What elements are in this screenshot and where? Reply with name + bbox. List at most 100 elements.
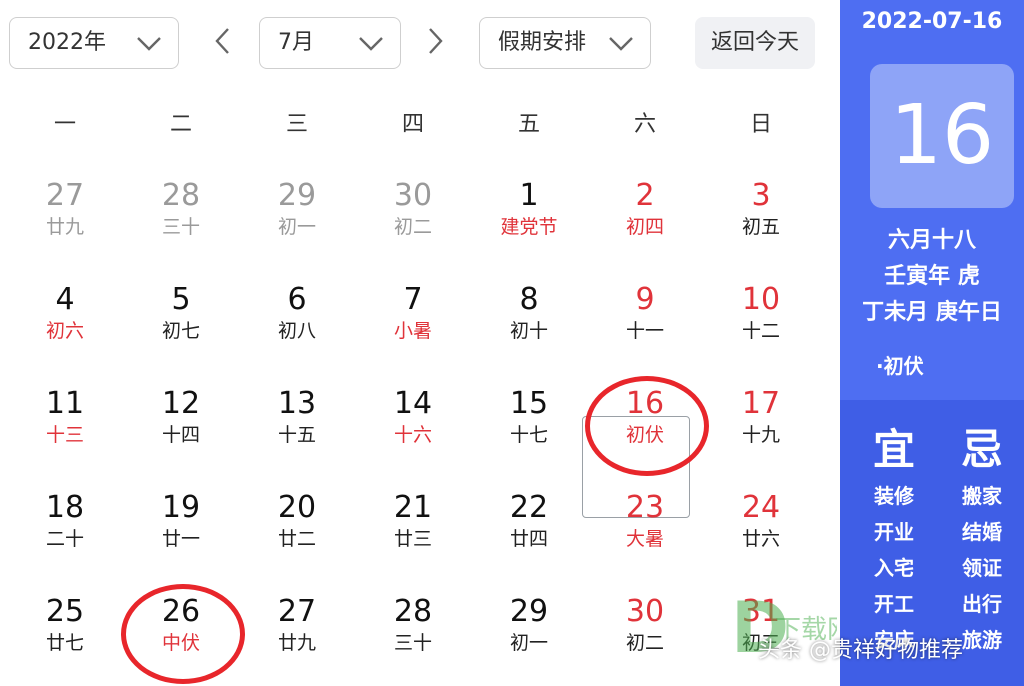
day-number: 1 (519, 178, 539, 213)
lunar-label: 廿九 (45, 216, 84, 238)
day-cell[interactable]: 13 十五 (239, 368, 355, 472)
lunar-label: 初一 (277, 216, 316, 238)
weekday-label: 一 (53, 112, 76, 137)
lunar-label: 小暑 (393, 320, 432, 342)
weekday-label: 三 (285, 112, 308, 137)
day-number: 29 (509, 594, 549, 629)
lunar-label: 十二 (741, 320, 780, 342)
year-select-value: 2022年 (28, 30, 106, 55)
day-cell[interactable]: 30 初二 (355, 160, 471, 264)
lunar-label: 十九 (741, 424, 780, 446)
day-cell[interactable]: 1 建党节 (471, 160, 587, 264)
day-cell[interactable]: 5 初七 (123, 264, 239, 368)
calendar-toolbar: 2022年 7月 假期安排 返回今天 (0, 0, 840, 88)
day-number: 12 (161, 386, 201, 421)
lunar-label: 初六 (45, 320, 84, 342)
day-number: 26 (161, 594, 201, 629)
week-row: 11 十三 12 十四 13 十五 14 十六 15 十七 16 初伏 17 十九 (7, 368, 819, 518)
back-to-today-button[interactable]: 返回今天 (695, 17, 815, 69)
day-cell[interactable]: 30 初二 (587, 576, 703, 680)
day-cell[interactable]: 19 廿一 (123, 472, 239, 576)
day-cell[interactable]: 14 十六 (355, 368, 471, 472)
lunar-label: 廿七 (45, 632, 84, 654)
day-number: 5 (171, 282, 191, 317)
day-cell[interactable]: 3 初五 (703, 160, 819, 264)
weekday-label: 二 (169, 112, 192, 137)
almanac-good-item: 开业 (874, 520, 914, 544)
day-number: 11 (45, 386, 85, 421)
lunar-label: 大暑 (625, 528, 664, 550)
lunar-label: 初一 (509, 632, 548, 654)
day-number: 15 (509, 386, 549, 421)
day-cell[interactable]: 18 二十 (7, 472, 123, 576)
day-number: 21 (393, 490, 433, 525)
chevron-right-icon[interactable] (424, 26, 446, 56)
day-cell[interactable]: 6 初八 (239, 264, 355, 368)
lunar-label: 中伏 (161, 632, 200, 654)
day-cell[interactable]: 11 十三 (7, 368, 123, 472)
lunar-label: 廿三 (393, 528, 432, 550)
day-cell[interactable]: 15 十七 (471, 368, 587, 472)
lunar-date: 六月十八 (887, 228, 976, 253)
solar-term-label: 初伏 (883, 354, 924, 378)
day-cell[interactable]: 29 初一 (471, 576, 587, 680)
day-number: 6 (287, 282, 307, 317)
lunar-label: 初二 (393, 216, 432, 238)
day-cell[interactable]: 26 中伏 (121, 576, 245, 684)
day-number: 23 (625, 490, 665, 525)
month-select[interactable]: 7月 (259, 17, 401, 69)
day-cell[interactable]: 28 三十 (123, 160, 239, 264)
lunar-label: 二十 (45, 528, 84, 550)
day-number: 27 (277, 594, 317, 629)
chevron-down-icon (609, 37, 633, 51)
day-cell[interactable]: 12 十四 (123, 368, 239, 472)
week-row: 18 二十 19 廿一 20 廿二 21 廿三 22 廿四 23 大暑 24 廿六 (7, 472, 819, 576)
day-cell[interactable]: 23 大暑 (587, 472, 703, 576)
almanac-bad-title: 忌 (960, 425, 1003, 474)
day-cell[interactable]: 25 廿七 (7, 576, 123, 680)
big-day-number: 16 (870, 64, 1014, 208)
lunar-label: 初五 (741, 216, 780, 238)
holiday-select[interactable]: 假期安排 (479, 17, 651, 69)
day-cell[interactable]: 10 十二 (703, 264, 819, 368)
weekday-label: 六 (633, 112, 656, 137)
day-cell[interactable]: 20 廿二 (239, 472, 355, 576)
day-number: 7 (403, 282, 423, 317)
lunar-label: 初七 (161, 320, 200, 342)
weekday-label: 四 (401, 112, 424, 137)
lunar-label: 三十 (393, 632, 432, 654)
day-cell[interactable]: 2 初四 (587, 160, 703, 264)
day-number: 9 (635, 282, 655, 317)
lunar-label: 十七 (509, 424, 548, 446)
holiday-select-value: 假期安排 (498, 30, 587, 55)
lunar-label: 初十 (509, 320, 548, 342)
day-cell[interactable]: 9 十一 (587, 264, 703, 368)
day-number: 29 (277, 178, 317, 213)
year-select[interactable]: 2022年 (9, 17, 179, 69)
almanac-bad-item: 出行 (962, 592, 1002, 616)
day-cell[interactable]: 24 廿六 (703, 472, 819, 576)
day-cell[interactable]: 27 廿九 (239, 576, 355, 680)
day-cell[interactable]: 16 初伏 (582, 368, 709, 518)
almanac-good-item: 装修 (874, 484, 914, 508)
day-cell[interactable]: 27 廿九 (7, 160, 123, 264)
day-cell[interactable]: 4 初六 (7, 264, 123, 368)
almanac-good: 宜 装修 开业 入宅 开工 安床 (854, 422, 934, 658)
day-number: 19 (161, 490, 201, 525)
day-detail-panel: 2022-07-16 16 六月十八 壬寅年 虎 丁未月 庚午日 ·初伏 宜 装… (840, 0, 1024, 686)
week-row: 4 初六 5 初七 6 初八 7 小暑 8 初十 9 十一 10 十二 (7, 264, 819, 368)
lunar-label: 廿六 (741, 528, 780, 550)
day-cell[interactable]: 22 廿四 (471, 472, 587, 576)
day-number: 2 (635, 178, 655, 213)
lunar-label: 廿四 (509, 528, 548, 550)
day-cell[interactable]: 21 廿三 (355, 472, 471, 576)
day-cell[interactable]: 29 初一 (239, 160, 355, 264)
day-cell[interactable]: 28 三十 (355, 576, 471, 680)
chevron-left-icon[interactable] (212, 26, 234, 56)
day-cell[interactable]: 17 十九 (703, 368, 819, 472)
day-cell[interactable]: 8 初十 (471, 264, 587, 368)
day-cell[interactable]: 7 小暑 (355, 264, 471, 368)
day-number: 25 (45, 594, 85, 629)
lunar-label: 廿二 (277, 528, 316, 550)
lunar-label: 十四 (161, 424, 200, 446)
